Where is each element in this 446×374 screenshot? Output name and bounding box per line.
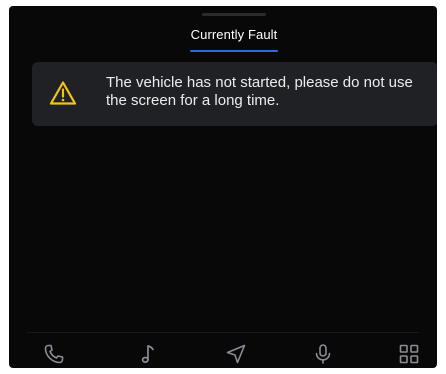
music-icon: [141, 345, 154, 363]
apps-button[interactable]: [397, 342, 421, 366]
phone-icon: [44, 344, 64, 364]
fault-alert-card: The vehicle has not started, please do n…: [32, 62, 437, 126]
bottom-nav-bar: [9, 333, 437, 368]
vehicle-screen: Currently Fault The vehicle has not star…: [9, 6, 437, 368]
phone-button[interactable]: [42, 342, 66, 366]
apps-grid-icon: [399, 344, 419, 364]
active-tab-indicator: [190, 50, 278, 52]
drag-handle[interactable]: [202, 13, 266, 16]
tab-label: Currently Fault: [190, 27, 278, 42]
warning-icon: [49, 81, 77, 105]
tab-currently-fault[interactable]: Currently Fault: [177, 24, 291, 46]
alert-message: The vehicle has not started, please do n…: [106, 74, 413, 109]
voice-button[interactable]: [311, 342, 335, 366]
music-button[interactable]: [137, 342, 161, 366]
microphone-icon: [315, 344, 331, 364]
navigation-icon: [226, 344, 246, 364]
navigation-button[interactable]: [224, 342, 248, 366]
